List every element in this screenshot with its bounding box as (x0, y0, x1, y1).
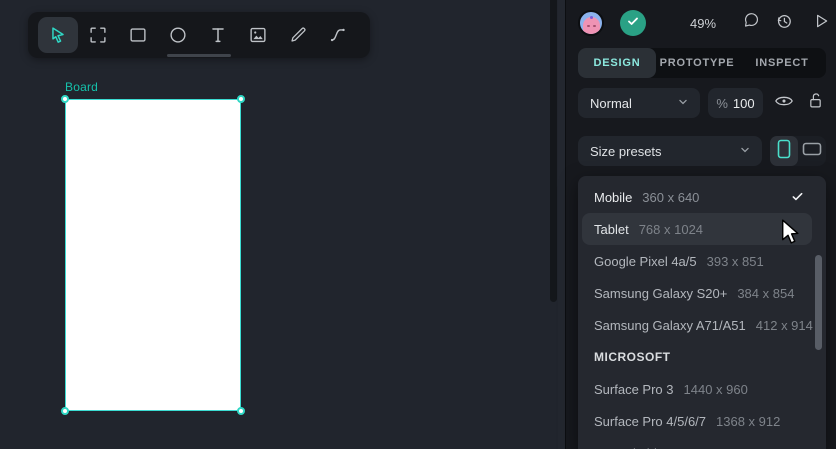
canvas-scrollbar-thumb[interactable] (550, 0, 557, 302)
cursor-select-icon (47, 24, 69, 46)
avatar-figure (583, 17, 600, 34)
canvas-area[interactable]: Board (0, 0, 566, 449)
preset-item-galaxy-a71[interactable]: Samsung Galaxy A71/A51 412 x 914 (578, 309, 826, 341)
size-presets-row: Size presets (578, 136, 826, 166)
path-tool-button[interactable] (318, 17, 358, 53)
toolbar-drag-handle[interactable] (167, 54, 231, 57)
orientation-portrait-button[interactable] (770, 136, 798, 166)
pencil-icon (287, 24, 309, 46)
resize-handle-top-left[interactable] (61, 95, 69, 103)
app-window: Board 49% DESIGN PROTOTYPE INSPECT Norma… (0, 0, 836, 449)
preset-name: Google Pixel 4a/5 (594, 253, 697, 269)
ellipse-icon (167, 24, 189, 46)
panel-tabs: DESIGN PROTOTYPE INSPECT (578, 48, 826, 78)
board-frame[interactable] (61, 95, 245, 415)
lock-open-icon (807, 91, 824, 115)
tab-design[interactable]: DESIGN (578, 48, 656, 78)
curve-path-icon (327, 24, 349, 46)
avatar-decoration (590, 16, 593, 19)
opacity-value: 100 (732, 95, 755, 111)
history-button[interactable] (774, 11, 794, 36)
tab-prototype[interactable]: PROTOTYPE (656, 48, 738, 78)
toolbar (28, 12, 370, 58)
image-tool-button[interactable] (238, 17, 278, 53)
visibility-toggle[interactable] (774, 94, 794, 113)
preset-item-remarkable[interactable]: ReMarkable (578, 437, 826, 449)
panel-header: 49% (578, 0, 828, 46)
pencil-tool-button[interactable] (278, 17, 318, 53)
landscape-phone-icon (802, 142, 822, 161)
opacity-input[interactable]: % 100 (708, 88, 763, 118)
orientation-toggle-group (770, 136, 826, 166)
preset-dims: 384 x 854 (737, 285, 795, 301)
preset-dims: 412 x 914 (755, 317, 813, 333)
avatar-eye (593, 25, 596, 27)
menu-scrollbar-thumb[interactable] (815, 255, 822, 350)
saved-status-badge (620, 10, 646, 36)
preset-section-microsoft: MICROSOFT (578, 341, 826, 373)
text-tool-button[interactable] (198, 17, 238, 53)
resize-handle-bottom-left[interactable] (61, 407, 69, 415)
preset-item-tablet[interactable]: Tablet 768 x 1024 (582, 213, 812, 245)
preset-name: Mobile (594, 189, 633, 205)
check-icon (626, 14, 640, 33)
blend-mode-select[interactable]: Normal (578, 88, 700, 118)
check-icon (791, 190, 804, 206)
resize-handle-bottom-right[interactable] (237, 407, 245, 415)
present-button[interactable] (812, 12, 830, 35)
blend-mode-value: Normal (590, 95, 632, 111)
preset-dims: 360 x 640 (642, 189, 700, 205)
orientation-landscape-button[interactable] (798, 136, 826, 166)
section-label: MICROSOFT (594, 350, 671, 364)
tab-inspect[interactable]: INSPECT (738, 48, 826, 78)
preset-dims: 768 x 1024 (638, 221, 704, 237)
board-tool-button[interactable] (78, 17, 118, 53)
rectangle-tool-button[interactable] (118, 17, 158, 53)
zoom-level[interactable]: 49% (690, 16, 716, 31)
user-avatar[interactable] (578, 10, 604, 36)
image-icon (247, 24, 269, 46)
preset-item-google-pixel[interactable]: Google Pixel 4a/5 393 x 851 (578, 245, 826, 277)
preset-item-surface-pro-4567[interactable]: Surface Pro 4/5/6/7 1368 x 912 (578, 405, 826, 437)
preset-name: Tablet (594, 221, 629, 237)
eye-icon (774, 94, 794, 113)
preset-name: Surface Pro 4/5/6/7 (594, 413, 707, 429)
lock-toggle[interactable] (807, 91, 824, 115)
preset-item-mobile[interactable]: Mobile 360 x 640 (578, 181, 826, 213)
board-label[interactable]: Board (65, 80, 98, 94)
size-presets-menu: Mobile 360 x 640 Tablet 768 x 1024 Googl… (578, 176, 826, 449)
play-icon (812, 12, 830, 35)
text-icon (207, 24, 229, 46)
comments-button[interactable] (742, 11, 761, 35)
board-frame-icon (87, 24, 109, 46)
preset-item-galaxy-s20[interactable]: Samsung Galaxy S20+ 384 x 854 (578, 277, 826, 309)
right-panel: 49% DESIGN PROTOTYPE INSPECT Normal % 10… (566, 0, 836, 449)
history-clock-icon (774, 11, 794, 36)
chevron-down-icon (738, 143, 752, 160)
chevron-down-icon (676, 95, 690, 112)
size-presets-label: Size presets (590, 143, 662, 159)
ellipse-tool-button[interactable] (158, 17, 198, 53)
portrait-phone-icon (777, 139, 791, 164)
preset-name: Surface Pro 3 (594, 381, 674, 397)
preset-name: Samsung Galaxy S20+ (594, 285, 728, 301)
resize-handle-top-right[interactable] (237, 95, 245, 103)
size-presets-select[interactable]: Size presets (578, 136, 762, 166)
rectangle-icon (127, 24, 149, 46)
select-tool-button[interactable] (38, 17, 78, 53)
comment-bubble-icon (742, 11, 761, 35)
preset-item-surface-pro-3[interactable]: Surface Pro 3 1440 x 960 (578, 373, 826, 405)
blend-opacity-row: Normal % 100 (578, 88, 826, 118)
avatar-eye (587, 25, 590, 27)
percent-symbol: % (716, 95, 728, 111)
preset-name: Samsung Galaxy A71/A51 (594, 317, 746, 333)
preset-dims: 1368 x 912 (716, 413, 781, 429)
preset-name: ReMarkable (594, 446, 664, 449)
preset-dims: 393 x 851 (706, 253, 764, 269)
preset-dims: 1440 x 960 (683, 381, 748, 397)
